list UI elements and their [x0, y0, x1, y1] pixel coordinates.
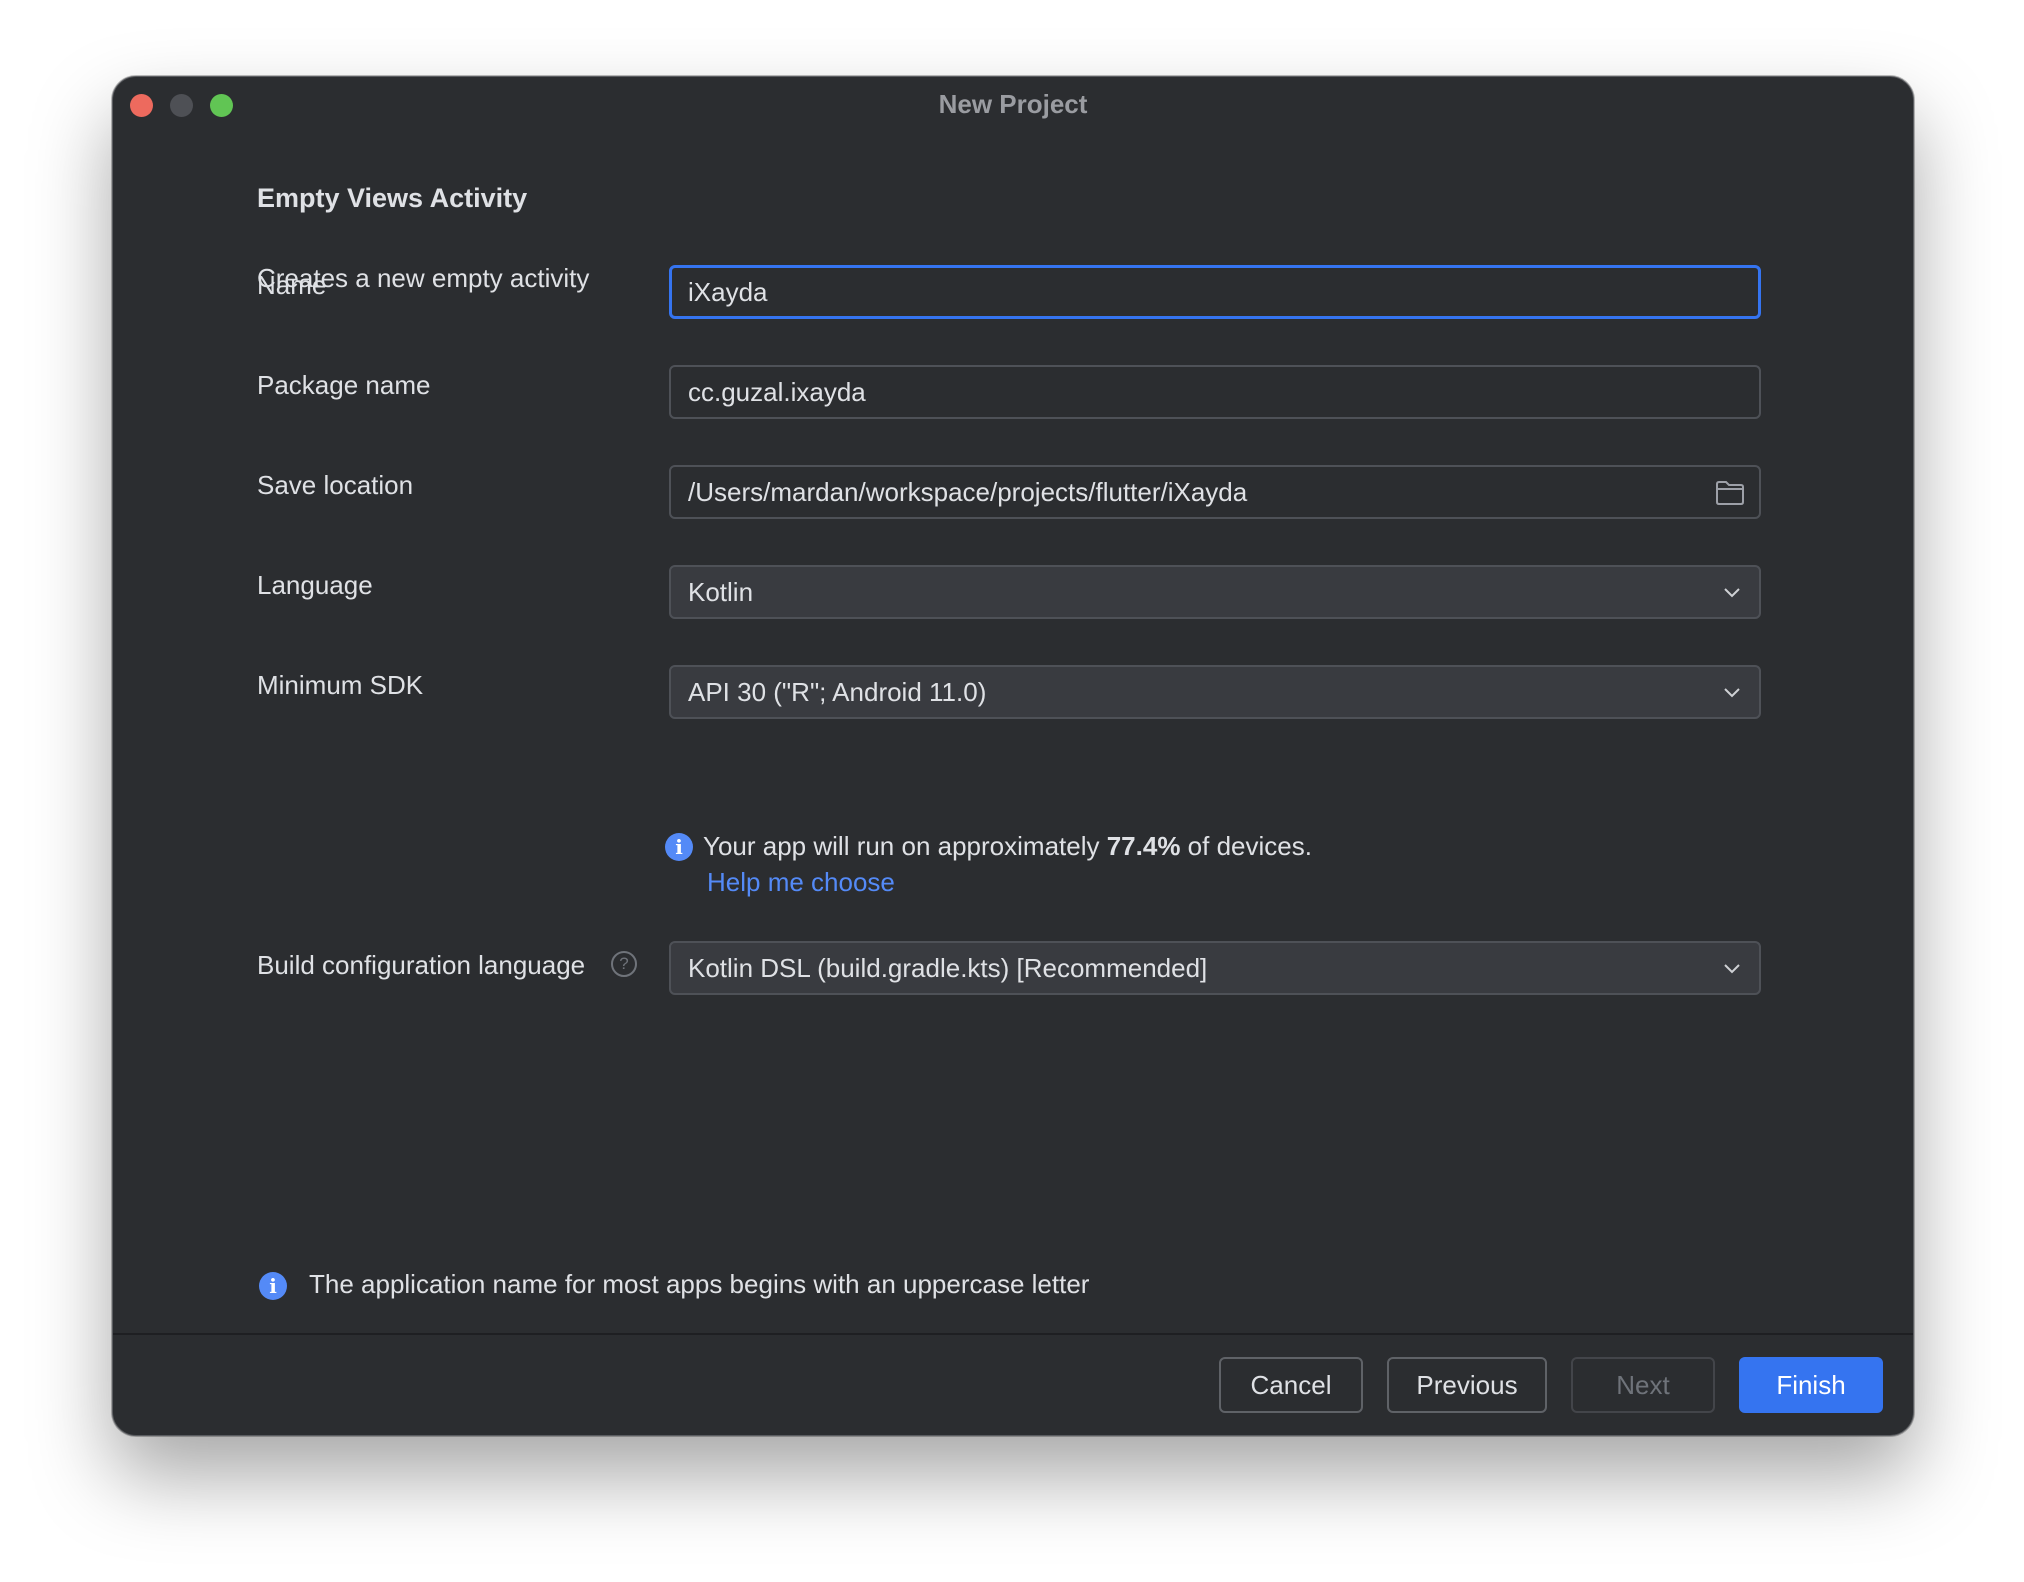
- name-label: Name: [257, 270, 327, 300]
- minimum-sdk-value: API 30 ("R"; Android 11.0): [688, 677, 987, 707]
- folder-icon[interactable]: [1715, 480, 1745, 506]
- previous-button[interactable]: Previous: [1387, 1357, 1547, 1413]
- language-label: Language: [257, 570, 373, 600]
- help-me-choose-link[interactable]: Help me choose: [707, 867, 895, 898]
- build-config-language-select[interactable]: Kotlin DSL (build.gradle.kts) [Recommend…: [669, 941, 1761, 995]
- chevron-down-icon: [1724, 688, 1740, 698]
- help-icon[interactable]: ?: [611, 951, 637, 977]
- save-location-input[interactable]: /Users/mardan/workspace/projects/flutter…: [669, 465, 1761, 519]
- sdk-coverage-text: Your app will run on approximately 77.4%…: [703, 831, 1312, 862]
- language-select-value: Kotlin: [688, 577, 754, 607]
- save-location-value: /Users/mardan/workspace/projects/flutter…: [688, 477, 1248, 507]
- chevron-down-icon: [1724, 964, 1740, 974]
- sdk-coverage-percent: 77.4%: [1106, 831, 1181, 861]
- package-name-value: cc.guzal.ixayda: [688, 377, 866, 407]
- info-icon: i: [259, 1272, 287, 1300]
- validation-hint: The application name for most apps begin…: [309, 1269, 1090, 1299]
- next-button[interactable]: Next: [1571, 1357, 1715, 1413]
- title-bar: New Project: [113, 77, 1913, 133]
- build-config-language-label: Build configuration language: [257, 950, 586, 980]
- build-config-language-value: Kotlin DSL (build.gradle.kts) [Recommend…: [688, 953, 1208, 983]
- template-heading: Empty Views Activity: [257, 183, 528, 213]
- cancel-button[interactable]: Cancel: [1219, 1357, 1363, 1413]
- package-name-input[interactable]: cc.guzal.ixayda: [669, 365, 1761, 419]
- new-project-dialog: New Project Empty Views Activity Creates…: [112, 76, 1914, 1436]
- language-select[interactable]: Kotlin: [669, 565, 1761, 619]
- save-location-label: Save location: [257, 470, 414, 500]
- window-title: New Project: [938, 89, 1088, 119]
- package-name-label: Package name: [257, 370, 431, 400]
- minimum-sdk-label: Minimum SDK: [257, 670, 424, 700]
- minimum-sdk-select[interactable]: API 30 ("R"; Android 11.0): [669, 665, 1761, 719]
- name-input[interactable]: iXayda: [669, 265, 1761, 319]
- finish-button[interactable]: Finish: [1739, 1357, 1883, 1413]
- info-icon: i: [665, 833, 693, 861]
- chevron-down-icon: [1724, 588, 1740, 598]
- sdk-coverage-prefix: Your app will run on approximately: [703, 831, 1107, 861]
- sdk-coverage-suffix: of devices.: [1180, 831, 1312, 861]
- name-input-value: iXayda: [688, 277, 768, 307]
